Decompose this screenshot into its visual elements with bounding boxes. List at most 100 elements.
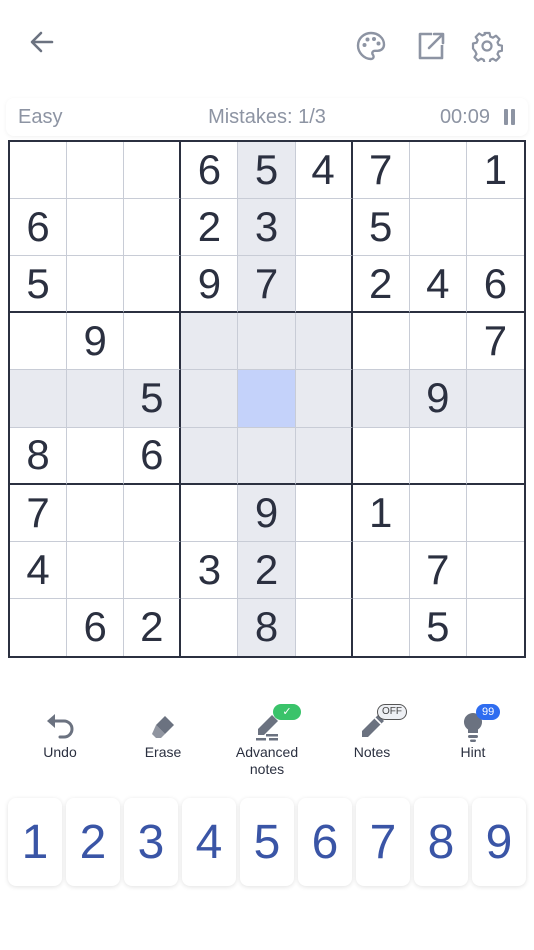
board-cell[interactable]: [295, 541, 353, 599]
board-cell[interactable]: 6: [124, 427, 182, 485]
number-key-6[interactable]: 6: [298, 798, 352, 886]
board-cell[interactable]: 7: [466, 313, 524, 371]
hint-button[interactable]: 99 Hint: [428, 704, 518, 761]
board-cell[interactable]: 7: [238, 256, 296, 314]
board-cell[interactable]: [124, 256, 182, 314]
board-cell[interactable]: 5: [410, 598, 467, 656]
board-cell[interactable]: [124, 484, 182, 542]
board-cell[interactable]: [466, 428, 524, 485]
board-cell[interactable]: [295, 313, 353, 371]
number-key-8[interactable]: 8: [414, 798, 468, 886]
board-cell[interactable]: [295, 484, 353, 542]
board-cell[interactable]: [352, 313, 410, 371]
board-cell[interactable]: [67, 541, 125, 599]
board-cell[interactable]: 2: [238, 541, 296, 599]
board-cell[interactable]: [124, 541, 182, 599]
board-cell[interactable]: [409, 199, 467, 257]
board-cell[interactable]: 6: [10, 199, 68, 257]
board-cell[interactable]: 5: [352, 199, 410, 257]
board-cell[interactable]: [409, 142, 467, 200]
board-cell[interactable]: [181, 598, 239, 656]
notes-button[interactable]: OFF Notes: [327, 704, 417, 761]
board-cell[interactable]: [10, 142, 68, 200]
board-cell[interactable]: 5: [10, 256, 68, 314]
advanced-notes-button[interactable]: ✓ Advanced notes: [222, 704, 312, 778]
board-cell[interactable]: [295, 427, 353, 485]
board-cell[interactable]: [409, 313, 467, 371]
board-cell[interactable]: 3: [181, 541, 239, 599]
board-cell[interactable]: 9: [409, 370, 467, 428]
number-key-2[interactable]: 2: [66, 798, 120, 886]
arrow-left-icon[interactable]: [22, 24, 62, 60]
board-cell[interactable]: 3: [238, 199, 296, 257]
board-cell[interactable]: 7: [409, 541, 467, 599]
board-cell[interactable]: 1: [352, 484, 410, 542]
board-cell[interactable]: [353, 598, 410, 656]
board-cell[interactable]: [67, 484, 125, 542]
board-cell[interactable]: 1: [466, 142, 524, 200]
board-cell[interactable]: [181, 370, 239, 428]
board-cell[interactable]: [466, 542, 524, 599]
number-key-3[interactable]: 3: [124, 798, 178, 886]
share-icon[interactable]: [412, 28, 450, 64]
board-cell[interactable]: 5: [124, 370, 182, 428]
board-cell[interactable]: [124, 313, 182, 371]
number-key-1[interactable]: 1: [8, 798, 62, 886]
board-cell[interactable]: 4: [10, 541, 68, 599]
board-cell[interactable]: [466, 199, 524, 257]
board-cell[interactable]: [352, 541, 410, 599]
palette-icon[interactable]: [352, 28, 390, 64]
board-cell[interactable]: [295, 256, 353, 314]
board-cell[interactable]: 7: [352, 142, 410, 200]
board-cell[interactable]: 6: [466, 256, 524, 314]
board-cell[interactable]: [352, 370, 410, 428]
board-cell[interactable]: [467, 599, 524, 656]
board-cell[interactable]: 2: [181, 199, 239, 257]
board-cell[interactable]: 4: [409, 256, 467, 314]
board-cell[interactable]: [409, 484, 467, 542]
board-cell[interactable]: [352, 427, 410, 485]
board-cell[interactable]: 5: [238, 142, 296, 200]
board-cell[interactable]: [10, 598, 68, 656]
board-cell[interactable]: [67, 256, 125, 314]
board-cell[interactable]: 9: [181, 256, 239, 314]
board-cell[interactable]: 7: [10, 484, 68, 542]
board-cell[interactable]: [10, 313, 68, 371]
pause-icon[interactable]: [503, 109, 515, 125]
board-cell[interactable]: [181, 427, 239, 485]
board-cell[interactable]: [67, 199, 125, 257]
board-cell[interactable]: [238, 427, 296, 485]
board-cell[interactable]: 9: [238, 484, 296, 542]
board-cell[interactable]: [295, 370, 353, 428]
board-cell[interactable]: 6: [181, 142, 239, 200]
board-cell[interactable]: [181, 484, 239, 542]
board-cell[interactable]: [238, 370, 296, 428]
board-cell[interactable]: 4: [295, 142, 353, 200]
board-cell[interactable]: [67, 142, 125, 200]
board-cell[interactable]: 8: [238, 598, 296, 656]
board-cell[interactable]: [124, 199, 182, 257]
number-key-9[interactable]: 9: [472, 798, 526, 886]
board-cell[interactable]: [10, 370, 68, 428]
board-cell[interactable]: 2: [124, 598, 182, 656]
erase-button[interactable]: Erase: [118, 710, 208, 761]
board-cell[interactable]: [295, 199, 353, 257]
gear-icon[interactable]: [468, 27, 506, 65]
board-cell[interactable]: 2: [352, 256, 410, 314]
board-cell[interactable]: [466, 370, 524, 428]
board-cell[interactable]: 9: [67, 313, 125, 371]
board-cell[interactable]: [296, 598, 353, 656]
undo-button[interactable]: Undo: [15, 710, 105, 761]
board-cell[interactable]: [409, 427, 467, 485]
board-cell[interactable]: 8: [10, 427, 68, 485]
board-cell[interactable]: [181, 313, 239, 371]
number-key-7[interactable]: 7: [356, 798, 410, 886]
board-cell[interactable]: [466, 485, 524, 542]
board-cell[interactable]: [67, 370, 125, 428]
board-cell[interactable]: 6: [67, 598, 125, 656]
board-cell[interactable]: [124, 142, 182, 200]
board-cell[interactable]: [238, 313, 296, 371]
number-key-5[interactable]: 5: [240, 798, 294, 886]
board-cell[interactable]: [67, 427, 125, 485]
number-key-4[interactable]: 4: [182, 798, 236, 886]
